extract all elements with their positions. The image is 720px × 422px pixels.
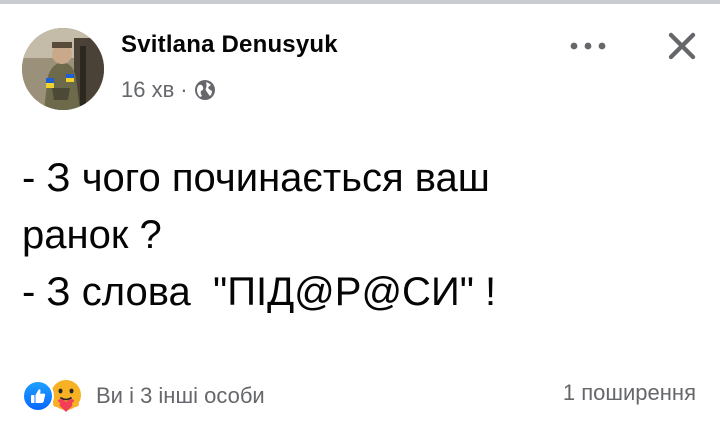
post-time[interactable]: 16 хв — [121, 77, 174, 103]
post-meta: 16 хв · — [121, 77, 216, 103]
avatar-photo — [22, 28, 104, 110]
meta-separator: · — [180, 77, 188, 102]
post-text-line: ранок ? — [22, 213, 162, 257]
close-button[interactable] — [656, 20, 708, 72]
shares-count[interactable]: 1 поширення — [563, 380, 696, 406]
like-icon — [22, 380, 54, 412]
post-text-line: - З чого починається ваш — [22, 156, 490, 200]
post-text-line: - З слова "ПІД@Р@СИ" ! — [22, 270, 497, 314]
globe-icon — [194, 80, 215, 100]
reactions-count-text: Ви і 3 інші особи — [96, 383, 265, 408]
reaction-icons — [22, 378, 88, 414]
more-horizontal-icon — [570, 42, 606, 50]
post-text: - З чого починається ваш ранок ? - З сло… — [22, 150, 702, 321]
close-icon — [668, 32, 696, 60]
top-divider — [0, 0, 720, 4]
author-name[interactable]: Svitlana Denusyuk — [121, 31, 338, 59]
reactions-summary[interactable]: Ви і 3 інші особи — [22, 376, 265, 416]
author-avatar[interactable] — [22, 28, 104, 110]
more-options-button[interactable] — [560, 26, 616, 66]
